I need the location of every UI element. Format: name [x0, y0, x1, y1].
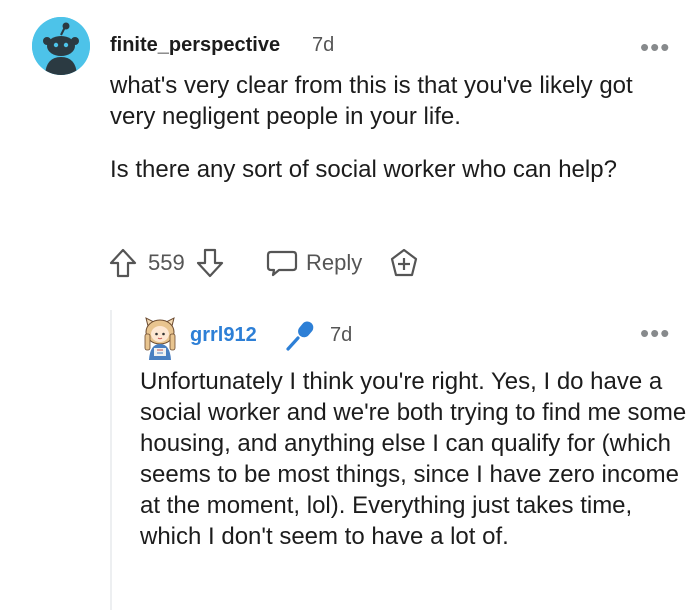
downvote-button[interactable] — [195, 245, 225, 281]
reply-button[interactable]: Reply — [266, 245, 362, 281]
reply-body: Unfortunately I think you're right. Yes,… — [140, 368, 687, 550]
speech-bubble-icon — [266, 250, 298, 277]
add-award-icon — [390, 248, 418, 277]
reply-timestamp: 7d — [330, 324, 353, 346]
comment-author-avatar[interactable] — [32, 17, 90, 75]
comment-timestamp: 7d — [312, 34, 335, 56]
more-options-icon[interactable]: ••• — [640, 34, 670, 60]
more-options-icon[interactable]: ••• — [640, 320, 670, 346]
reply-author-username[interactable]: grrl912 — [190, 324, 257, 347]
microphone-icon — [284, 318, 318, 357]
upvote-arrow-icon — [109, 248, 137, 278]
reply-label: Reply — [306, 250, 363, 275]
comment-body-paragraph-2: Is there any sort of social worker who c… — [110, 156, 617, 183]
reddit-snoo-avatar-icon — [32, 17, 90, 75]
add-award-button[interactable] — [388, 245, 420, 281]
downvote-arrow-icon — [196, 248, 224, 278]
comment-body-paragraph-1: what's very clear from this is that you'… — [110, 72, 633, 130]
vote-count: 559 — [148, 250, 185, 275]
cartoon-avatar-icon — [144, 317, 176, 360]
comment-author-username[interactable]: finite_perspective — [110, 34, 280, 57]
reply-author-avatar[interactable] — [140, 316, 180, 360]
thread-line[interactable] — [110, 310, 112, 610]
upvote-button[interactable] — [108, 245, 138, 281]
